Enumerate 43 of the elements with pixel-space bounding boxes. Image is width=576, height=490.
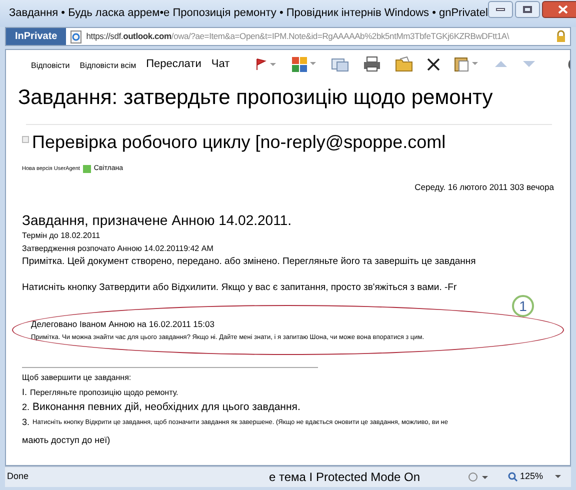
- step-text: Перегляньте пропозицію щодо ремонту.: [30, 387, 178, 400]
- url-field[interactable]: https://sdf.outlook.com/owa/?ae=Item&a=Open&t=IPM.Note&id=RgAAAAAb%2bk5ntMm3TbfeTGKj6KZRBwDFtt1A\: [86, 30, 514, 43]
- security-zone-text: е тема I Protected Mode On: [269, 469, 420, 486]
- presence-icon: [82, 165, 91, 174]
- close-icon: [558, 5, 568, 14]
- toolbar-button[interactable]: Чат: [208, 56, 233, 72]
- step-continuation: мають доступ до неї): [22, 434, 112, 448]
- zoom-level[interactable]: 125%: [520, 470, 543, 484]
- body-text: Натисніть кнопку Затвердити або Відхилити. Якщо у вас є запитання, просто зв'яжіться з вами. -Fr: [22, 281, 458, 296]
- folder-icon[interactable]: [394, 56, 413, 72]
- sent-date: Середу. 16 лютого 2011 303 вечора: [414, 180, 554, 194]
- task-heading: Завдання, призначене Анною 14.02.2011.: [22, 211, 292, 230]
- sender-name: Перевірка робочого циклу [no-reply@spoppe.coml: [32, 131, 446, 153]
- toolbar-button[interactable]: Відповісти: [28, 60, 73, 72]
- body-text: Примітка. Цей документ створено, передано. або змінено. Перегляньте його та завершіть це завдання: [22, 255, 477, 270]
- clipboard-icon[interactable]: [454, 56, 480, 72]
- message-subject: Завдання: затвердьте пропозицію щодо ремонту: [18, 85, 494, 111]
- maximize-button[interactable]: [514, 1, 540, 18]
- inprivate-badge: InPrivate: [6, 28, 66, 45]
- page-icon: [69, 30, 84, 44]
- body-text: Термін до 18.02.2011: [22, 230, 102, 242]
- move-icon[interactable]: [330, 56, 349, 72]
- step-number: 2.: [22, 401, 30, 414]
- delete-icon[interactable]: [426, 58, 440, 70]
- checkbox-icon: [22, 136, 29, 143]
- caret-icon[interactable]: [555, 475, 561, 479]
- window-title: Завдання • Будь ласка appeм•е Пропозиція ремонту • Провідник інтернів Windows • gnPrivatel: [9, 6, 488, 22]
- status-text: Done: [6, 470, 30, 484]
- step-number: I.: [22, 386, 28, 400]
- instructions-heading: Щоб завершити це завдання:: [22, 372, 132, 384]
- body-text: Затвердження розпочато Анною 14.02.20119:42 AM: [22, 243, 214, 256]
- lock-icon: [556, 30, 566, 43]
- print-icon[interactable]: [362, 56, 381, 72]
- toolbar-button[interactable]: Відповісти всім: [76, 60, 140, 72]
- step-text: Виконання певних дій, необхідних для цього завдання.: [32, 400, 300, 416]
- zoom-icon[interactable]: [508, 472, 518, 482]
- toolbar-button[interactable]: Переслати: [143, 56, 204, 72]
- categories-icon[interactable]: [290, 56, 317, 72]
- delegation-title: Делеговано Іваном Анною на 16.02.2011 15:03: [31, 318, 216, 330]
- step-number: 3.: [22, 416, 30, 430]
- minimize-button[interactable]: [488, 1, 513, 18]
- close-button[interactable]: [542, 1, 576, 18]
- callout-badge: 1: [512, 295, 534, 318]
